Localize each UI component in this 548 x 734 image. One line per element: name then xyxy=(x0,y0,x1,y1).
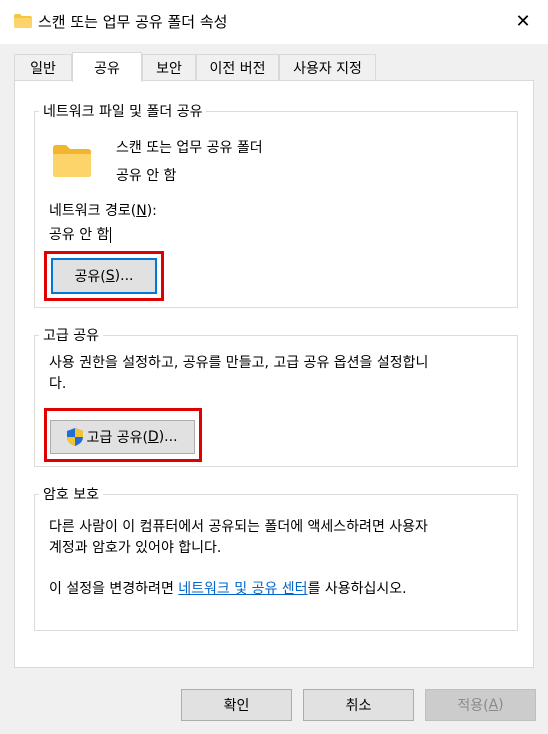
access-key: A xyxy=(488,697,499,713)
button-text: )... xyxy=(114,268,134,284)
label-text: 네트워크 경로( xyxy=(49,203,137,219)
group-label: 네트워크 파일 및 폴더 공유 xyxy=(43,104,203,120)
tab-label: 보안 xyxy=(156,60,182,77)
group-label: 암호 보호 xyxy=(43,487,99,503)
access-key: N xyxy=(136,203,147,219)
access-key: S xyxy=(105,268,115,284)
ok-button[interactable]: 확인 xyxy=(181,689,292,721)
text-caret xyxy=(110,227,112,243)
description-line: 계정과 암호가 있어야 합니다. xyxy=(49,540,222,556)
tab-previous-versions[interactable]: 이전 버전 xyxy=(196,54,279,80)
tab-label: 공유 xyxy=(94,60,120,77)
cancel-button[interactable]: 취소 xyxy=(303,689,414,721)
button-text: 고급 공유( xyxy=(86,430,148,446)
group-label: 고급 공유 xyxy=(43,328,99,344)
folder-icon xyxy=(14,14,32,28)
sharing-panel: 네트워크 파일 및 폴더 공유 스캔 또는 업무 공유 폴더 공유 안 함 네트… xyxy=(14,80,534,668)
description-line: 다. xyxy=(49,376,67,392)
tab-general[interactable]: 일반 xyxy=(14,54,72,80)
description-line: 다른 사람이 이 컴퓨터에서 공유되는 폴더에 액세스하려면 사용자 xyxy=(49,519,428,535)
advanced-sharing-description: 사용 권한을 설정하고, 공유를 만들고, 고급 공유 옵션을 설정합니 다. xyxy=(49,353,511,395)
window-title: 스캔 또는 업무 공유 폴더 속성 xyxy=(38,13,228,31)
tab-security[interactable]: 보안 xyxy=(142,54,196,80)
network-path-value: 공유 안 함 xyxy=(49,224,112,244)
folder-name: 스캔 또는 업무 공유 폴더 xyxy=(116,140,263,156)
apply-button[interactable]: 적용(A) xyxy=(425,689,536,721)
close-icon: ✕ xyxy=(515,10,531,32)
close-button[interactable]: ✕ xyxy=(506,6,540,36)
button-text: )... xyxy=(158,429,178,445)
description-line: 사용 권한을 설정하고, 공유를 만들고, 고급 공유 옵션을 설정합니 xyxy=(49,355,429,371)
button-text: 적용( xyxy=(457,698,489,714)
button-text: 확인 xyxy=(223,698,250,714)
folder-icon xyxy=(53,145,91,177)
change-settings-sentence: 이 설정을 변경하려면 네트워크 및 공유 센터를 사용하십시오. xyxy=(49,578,407,598)
share-status: 공유 안 함 xyxy=(116,168,177,184)
tab-label: 사용자 지정 xyxy=(293,60,362,77)
button-text: 공유( xyxy=(74,269,106,285)
tab-sharing[interactable]: 공유 xyxy=(72,52,142,82)
uac-shield-icon xyxy=(67,428,84,446)
button-text: 취소 xyxy=(345,698,372,714)
title-bar: 스캔 또는 업무 공유 폴더 속성 ✕ xyxy=(0,0,548,44)
tab-label: 일반 xyxy=(30,60,56,77)
path-text: 공유 안 함 xyxy=(49,227,110,243)
label-text: ): xyxy=(146,203,157,219)
share-button[interactable]: 공유(S)... xyxy=(51,258,157,294)
network-path-label: 네트워크 경로(N): xyxy=(49,200,157,220)
password-protection-description: 다른 사람이 이 컴퓨터에서 공유되는 폴더에 액세스하려면 사용자 계정과 암… xyxy=(49,517,511,559)
sentence-text: 이 설정을 변경하려면 xyxy=(49,581,179,597)
tab-customize[interactable]: 사용자 지정 xyxy=(279,54,376,80)
tab-label: 이전 버전 xyxy=(209,60,266,77)
access-key: D xyxy=(147,429,159,445)
sentence-text: 를 사용하십시오. xyxy=(307,581,407,597)
network-sharing-center-link[interactable]: 네트워크 및 공유 센터 xyxy=(178,581,307,597)
button-text: ) xyxy=(498,697,504,713)
advanced-sharing-button[interactable]: 고급 공유(D)... xyxy=(50,420,195,454)
